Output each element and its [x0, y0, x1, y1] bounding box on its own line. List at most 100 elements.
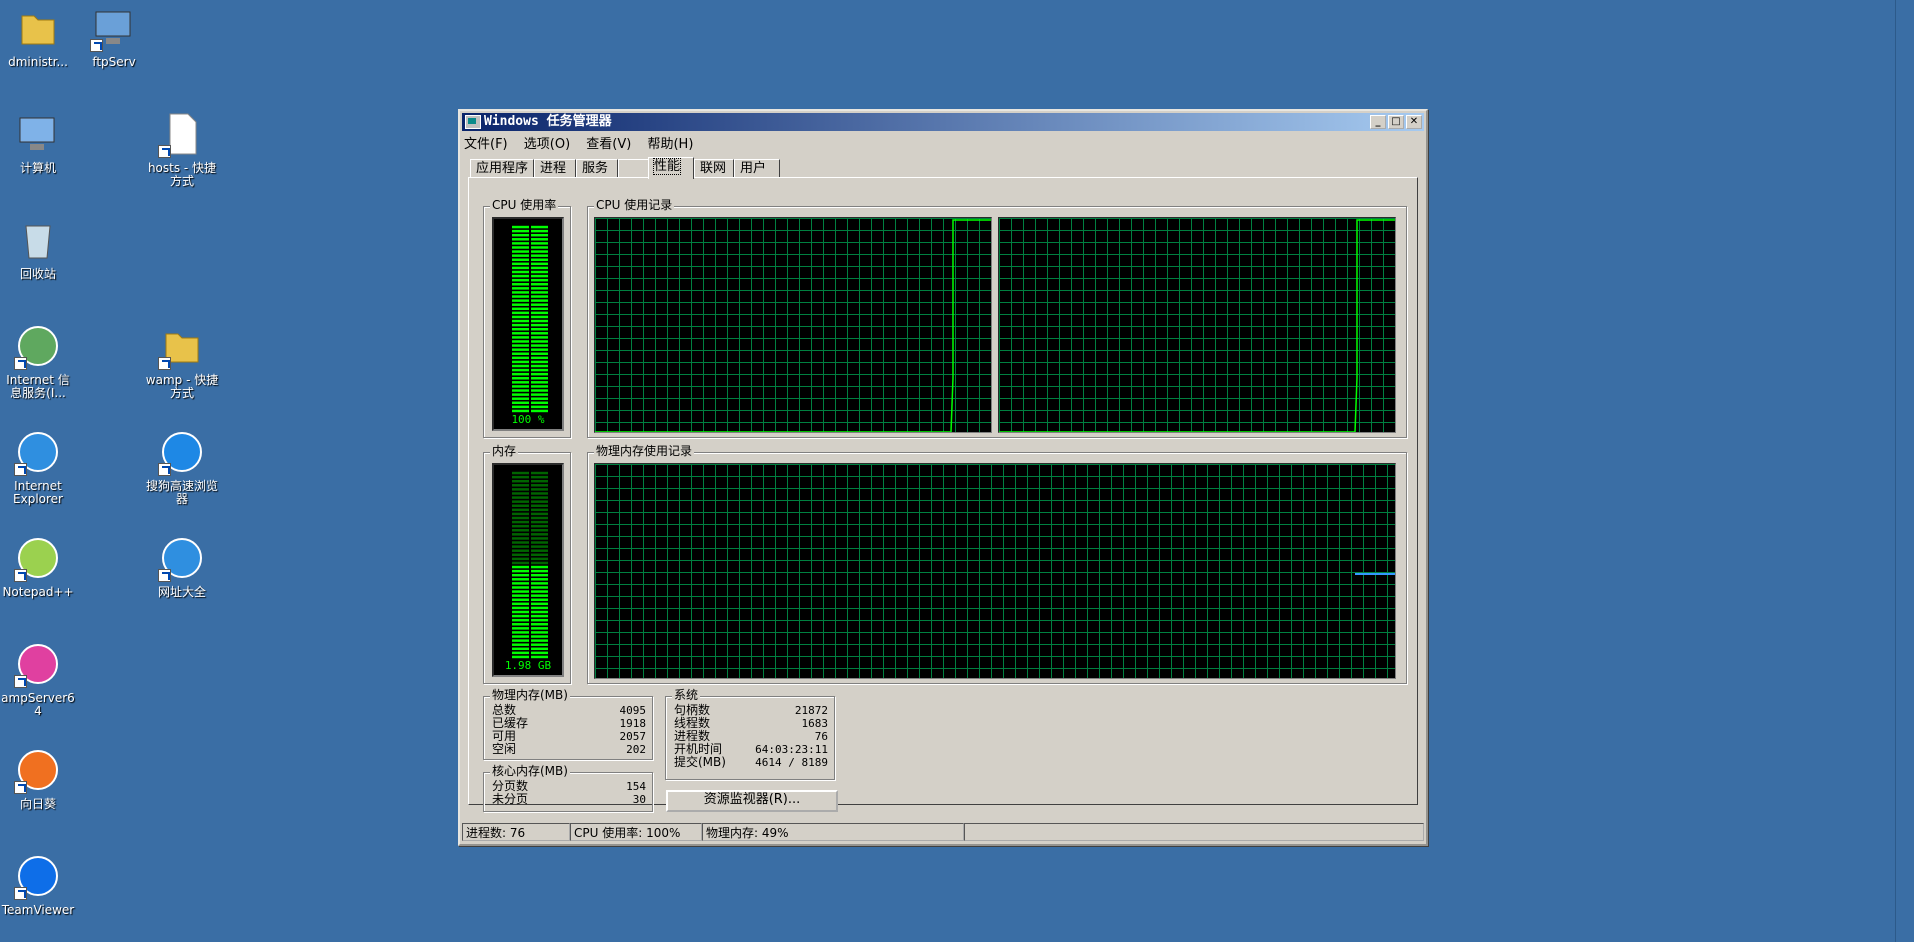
cpu-meter-segment [512, 307, 529, 311]
shortcut-arrow-icon [14, 675, 27, 688]
cpu-history-line-0 [595, 219, 991, 432]
menu-view[interactable]: 查看(V) [586, 133, 631, 152]
memory-meter-segment [512, 590, 529, 593]
desktop-icon[interactable]: Notepad++ [0, 534, 76, 599]
maximize-button[interactable]: □ [1388, 115, 1404, 129]
shortcut-arrow-icon [14, 781, 27, 794]
memory-meter-segment [531, 537, 548, 540]
cpu-meter-segment [531, 389, 548, 392]
desktop-icon[interactable]: 搜狗高速浏览 器 [144, 428, 220, 506]
menu-options[interactable]: 选项(O) [524, 133, 570, 152]
desktop-icon[interactable]: TeamViewer [0, 852, 76, 917]
memory-meter-segment [531, 496, 548, 499]
desktop-icon[interactable]: hosts - 快捷 方式 [144, 110, 220, 188]
tab-services[interactable]: 服务 [576, 159, 618, 177]
desktop-icon-label: 回收站 [19, 267, 56, 281]
memory-meter-segment [531, 586, 548, 589]
memory-meter-segment [512, 496, 529, 499]
menu-help[interactable]: 帮助(H) [647, 133, 693, 152]
cpu-meter-segment [512, 258, 529, 261]
desktop-icon-label: Notepad++ [2, 585, 74, 599]
shortcut-arrow-icon [158, 357, 171, 370]
memory-meter-segment [512, 549, 529, 552]
tab-processes[interactable]: 进程 [534, 159, 576, 177]
resource-monitor-button[interactable]: 资源监视器(R)... [666, 790, 838, 812]
memory-meter-segment [512, 533, 529, 536]
cpu-meter-segment [512, 381, 529, 384]
desktop-icon[interactable]: 计算机 [0, 110, 76, 175]
cpu-meter-segment [531, 233, 548, 237]
cpu-meter-segment [512, 287, 529, 290]
memory-meter-segment [512, 655, 529, 659]
memory-title: 内存 [490, 444, 519, 458]
menu-file[interactable]: 文件(F) [464, 133, 508, 152]
desktop-icon[interactable]: 网址大全 [144, 534, 220, 599]
menu-bar: 文件(F) 选项(O) 查看(V) 帮助(H) [464, 133, 705, 152]
shortcut-arrow-icon [158, 463, 171, 476]
status-process-count: 进程数: 76 [462, 823, 570, 841]
tab-performance[interactable]: 性能 [648, 157, 694, 179]
desktop-icon[interactable]: 回收站 [0, 216, 76, 281]
cpu-meter-segment [512, 348, 529, 351]
cpu-meter-segment [531, 299, 548, 302]
cpu-meter-segment [512, 303, 529, 306]
desktop-icon[interactable]: Internet 信 息服务(I... [0, 322, 76, 400]
desktop-icon[interactable]: 向日葵 [0, 746, 76, 811]
desktop-icon-label: Internet Explorer [13, 479, 63, 506]
close-button[interactable]: ✕ [1406, 115, 1422, 129]
cpu-meter-segment [531, 323, 548, 327]
desktop-icon[interactable]: wamp - 快捷 方式 [144, 322, 220, 400]
memory-meter-segment [531, 655, 548, 659]
memory-meter-segment [531, 635, 548, 638]
shortcut-arrow-icon [14, 463, 27, 476]
cpu-meter-segment [531, 311, 548, 315]
recycle-bin-icon [14, 216, 62, 264]
performance-panel: CPU 使用率 100 % CPU 使用记录 内存 1.98 GB 物理内存使用… [468, 177, 1418, 812]
cpu-meter-segment [531, 254, 548, 257]
memory-meter-segment [531, 573, 548, 577]
memory-meter-segment [512, 524, 529, 528]
memory-meter-segment [531, 561, 548, 565]
memory-meter-segment [531, 524, 548, 528]
memory-meter-segment [512, 545, 529, 548]
tab-networking[interactable]: 联网 [694, 159, 734, 177]
desktop-icon[interactable]: dministr... [0, 4, 76, 69]
desktop-icon[interactable]: ampServer64 [0, 640, 76, 718]
cpu-meter-segment [512, 246, 529, 249]
desktop-icon-label: hosts - 快捷 方式 [147, 161, 217, 188]
shortcut-arrow-icon [14, 887, 27, 900]
cpu-meter-segment [512, 238, 529, 241]
cpu-usage-meter: 100 % [492, 217, 564, 431]
cpu-usage-group: CPU 使用率 100 % [483, 198, 571, 438]
cpu-meter-segment [531, 225, 548, 229]
title-bar[interactable]: Windows 任务管理器 _ □ ✕ [462, 113, 1424, 131]
cpu-meter-segment [512, 233, 529, 237]
stat-row: 提交(MB) 4614 / 8189 [674, 755, 828, 770]
memory-meter-segment [531, 475, 548, 479]
cpu-meter-segment [512, 368, 529, 372]
cpu-meter-segment [531, 393, 548, 396]
desktop-icon[interactable]: ftpServ [76, 4, 152, 69]
cpu-meter-segment [512, 319, 529, 323]
cpu-meter-segment [512, 254, 529, 257]
cpu-meter-segment [531, 372, 548, 376]
memory-meter-segment [531, 529, 548, 532]
cpu-meter-segment [531, 258, 548, 261]
tab-users[interactable]: 用户 [734, 159, 780, 177]
memory-meter-segment [512, 606, 529, 610]
memory-meter-segment [512, 631, 529, 634]
memory-meter-segment [512, 635, 529, 638]
memory-meter-segment [512, 529, 529, 532]
desktop-icon[interactable]: Internet Explorer [0, 428, 76, 506]
cpu-meter-segment [512, 401, 529, 405]
minimize-button[interactable]: _ [1370, 115, 1386, 129]
memory-meter-segment [512, 553, 529, 557]
network-computers-icon [90, 4, 138, 52]
memory-meter-segment [512, 627, 529, 630]
computer-icon [14, 110, 62, 158]
status-empty-cell [964, 823, 1424, 841]
cpu-history-graph-core-1 [998, 217, 1396, 433]
memory-meter-segment [512, 520, 529, 524]
cpu-meter-segment [531, 381, 548, 384]
tab-applications[interactable]: 应用程序 [470, 159, 534, 177]
